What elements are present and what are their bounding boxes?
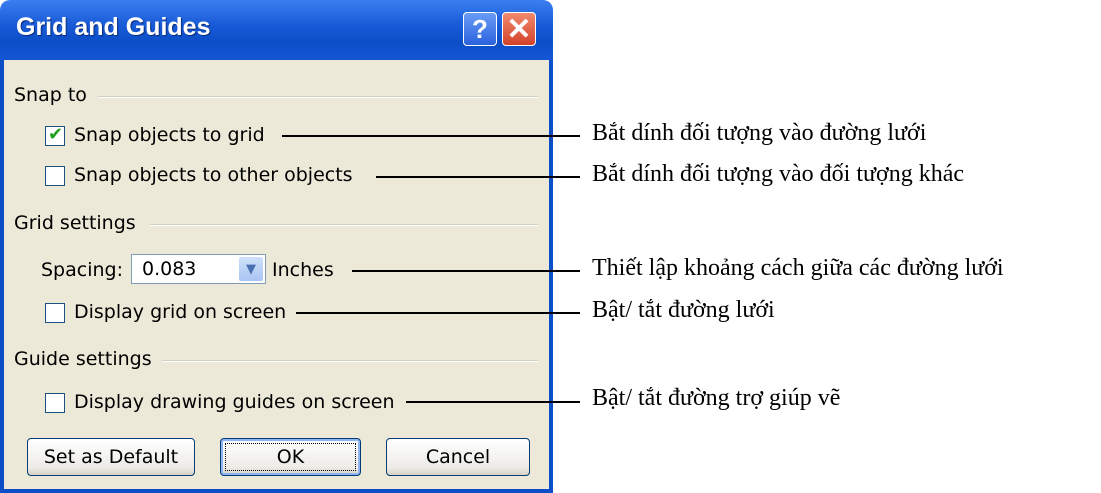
title-bar: Grid and Guides ? ✕: [0, 0, 553, 60]
cancel-label: Cancel: [425, 446, 491, 468]
close-button[interactable]: ✕: [502, 12, 536, 46]
dialog-title: Grid and Guides: [16, 13, 211, 41]
spacing-label: Spacing:: [41, 259, 123, 281]
chevron-down-icon[interactable]: ▼: [239, 257, 263, 281]
annotation-snap-to-grid: Bắt dính đối tượng vào đường lưới: [592, 120, 927, 146]
set-as-default-button[interactable]: Set as Default: [27, 438, 195, 476]
annotation-grid-spacing: Thiết lập khoảng cách giữa các đường lướ…: [592, 255, 1004, 281]
guide-group-divider: [162, 360, 538, 362]
display-grid-checkbox[interactable]: [45, 303, 65, 323]
grid-and-guides-dialog: Grid and Guides ? ✕ Snap to ✔ Snap objec…: [0, 0, 553, 493]
ok-button[interactable]: OK: [220, 438, 361, 476]
display-guides-checkbox[interactable]: [45, 393, 65, 413]
annotation-snap-to-objects: Bắt dính đối tượng vào đối tượng khác: [592, 161, 965, 187]
annotation-display-guides: Bật/ tắt đường trợ giúp vẽ: [592, 385, 841, 411]
checkmark-icon: ✔: [48, 124, 64, 145]
snap-objects-to-grid-checkbox[interactable]: ✔: [45, 124, 65, 146]
guide-group-label: Guide settings: [14, 348, 152, 370]
annotation-leader-line: [376, 176, 580, 178]
grid-group-label: Grid settings: [14, 212, 136, 234]
close-icon: ✕: [506, 12, 532, 46]
help-icon: ?: [472, 13, 488, 44]
help-button[interactable]: ?: [463, 12, 497, 46]
display-guides-label[interactable]: Display drawing guides on screen: [74, 391, 395, 413]
focus-rectangle: [225, 443, 356, 471]
spacing-value[interactable]: 0.083: [142, 258, 196, 280]
spacing-unit-label: Inches: [272, 259, 334, 281]
display-grid-label[interactable]: Display grid on screen: [74, 301, 286, 323]
snap-objects-to-objects-checkbox[interactable]: [45, 166, 65, 186]
annotation-leader-line: [296, 312, 580, 314]
annotation-leader-line: [406, 401, 580, 403]
snap-group-divider: [98, 96, 538, 98]
set-as-default-label: Set as Default: [43, 446, 179, 468]
snap-objects-to-grid-label[interactable]: Snap objects to grid: [74, 124, 265, 146]
annotation-leader-line: [282, 135, 580, 137]
annotation-display-grid: Bật/ tắt đường lưới: [592, 297, 775, 323]
snap-group-label: Snap to: [14, 84, 87, 106]
snap-objects-to-objects-label[interactable]: Snap objects to other objects: [74, 164, 353, 186]
annotation-leader-line: [352, 270, 580, 272]
spacing-combobox[interactable]: 0.083 ▼: [131, 254, 266, 284]
grid-group-divider: [150, 224, 538, 226]
cancel-button[interactable]: Cancel: [386, 438, 530, 476]
